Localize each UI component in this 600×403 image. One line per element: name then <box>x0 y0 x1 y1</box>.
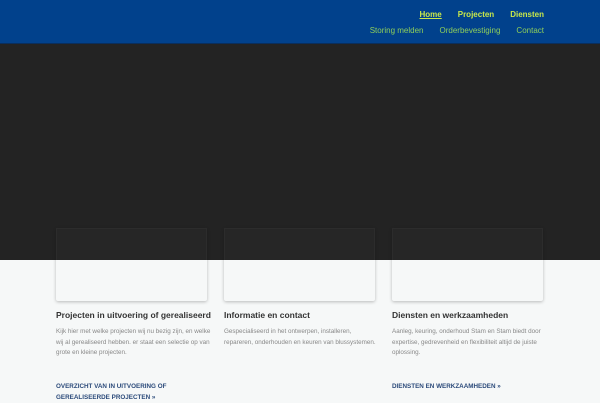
column-informatie: Informatie en contact Gespecialiseerd in… <box>224 310 379 348</box>
column-title: Informatie en contact <box>224 310 310 320</box>
column-title: Projecten in uitvoering of gerealiseerd <box>56 310 211 320</box>
nav-orderbevestiging[interactable]: Orderbevestiging <box>440 26 501 35</box>
primary-nav: Home Projecten Diensten <box>420 10 545 19</box>
card-image-top-informatie <box>224 228 375 260</box>
column-title: Diensten en werkzaamheden <box>392 310 509 320</box>
secondary-nav: Storing melden Orderbevestiging Contact <box>370 26 544 35</box>
column-text: Kijk hier met welke projecten wij nu bez… <box>56 328 211 356</box>
nav-diensten[interactable]: Diensten <box>510 10 544 19</box>
site-header: Home Projecten Diensten Storing melden O… <box>0 0 600 44</box>
diensten-link[interactable]: DIENSTEN EN WERKZAAMHEDEN » <box>392 382 552 393</box>
card-image-top-projecten <box>56 228 207 260</box>
nav-storing-melden[interactable]: Storing melden <box>370 26 424 35</box>
card-image-top-diensten <box>392 228 543 260</box>
column-diensten: Diensten en werkzaamheden Aanleg, keurin… <box>392 310 547 390</box>
column-projecten: Projecten in uitvoering of gerealiseerd … <box>56 310 211 401</box>
nav-contact[interactable]: Contact <box>516 26 544 35</box>
nav-projecten[interactable]: Projecten <box>458 10 494 19</box>
column-text: Gespecialiseerd in het ontwerpen, instal… <box>224 328 376 346</box>
column-text: Aanleg, keuring, onderhoud Stam en Stam … <box>392 328 541 356</box>
nav-home[interactable]: Home <box>420 10 442 19</box>
